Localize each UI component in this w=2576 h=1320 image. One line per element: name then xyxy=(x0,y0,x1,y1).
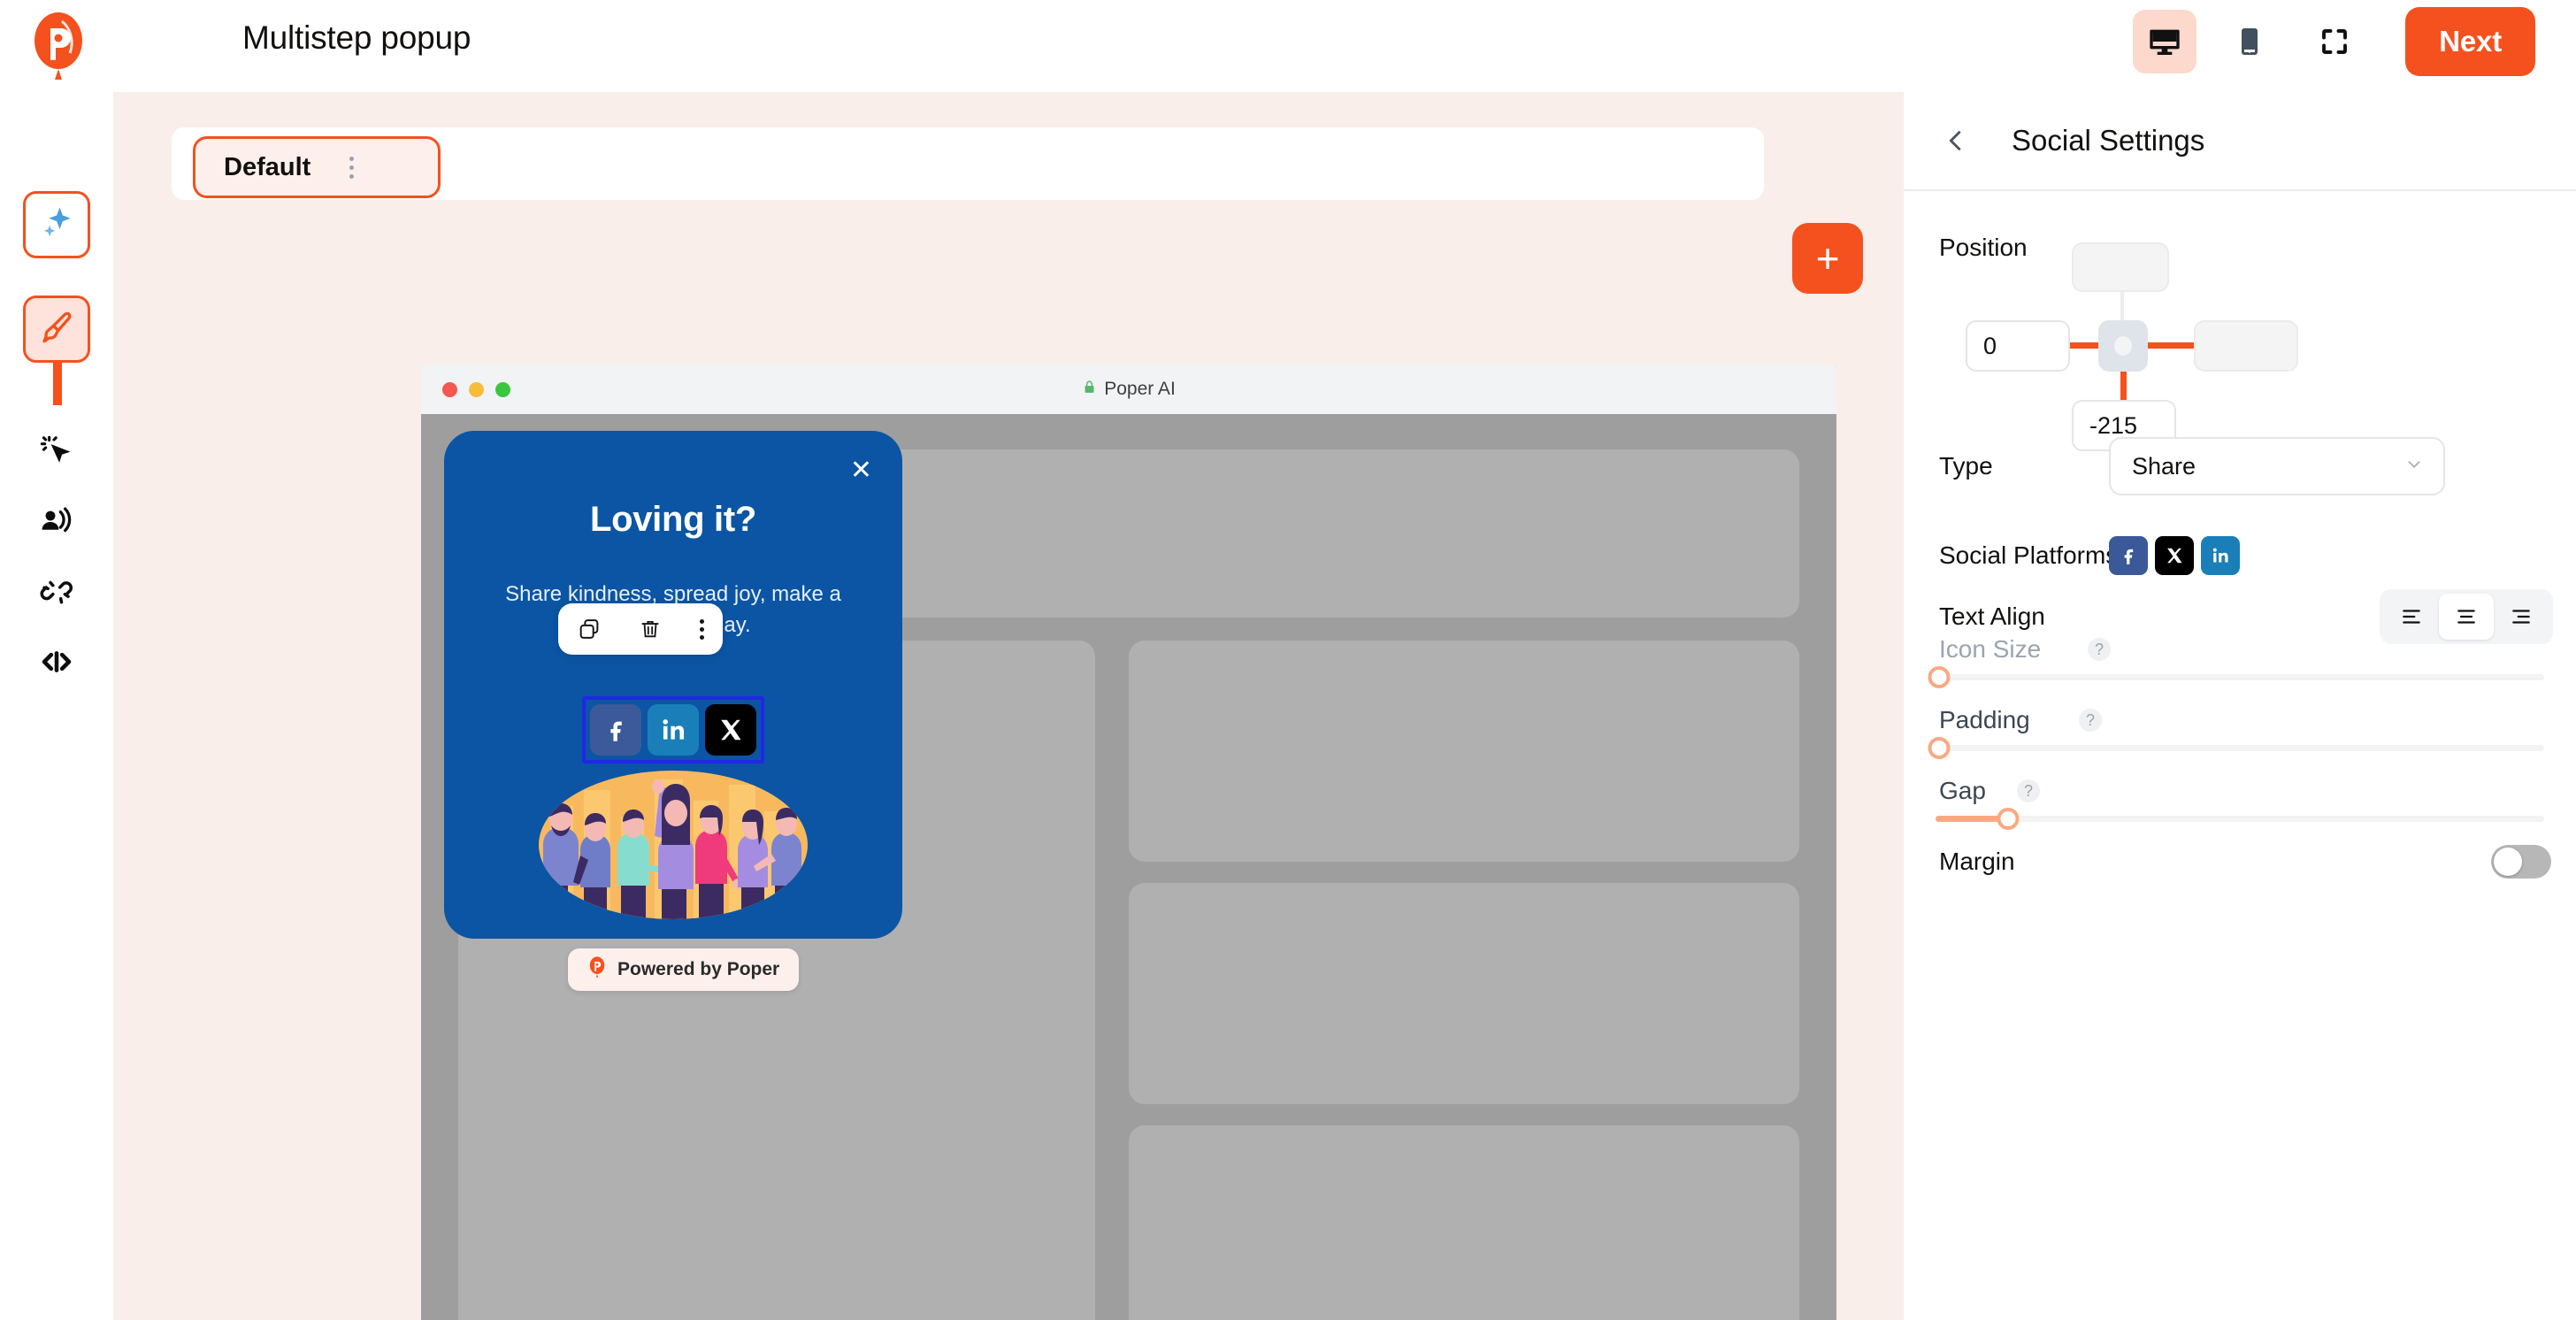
icon-size-label-row: Icon Size ? xyxy=(1904,632,2576,667)
gap-label-row: Gap ? xyxy=(1904,773,2576,809)
app-root: Multistep popup Next Default + Poper AI … xyxy=(0,0,2576,1320)
top-bar: Multistep popup Next xyxy=(0,0,2576,92)
panel-header: Social Settings xyxy=(1904,92,2576,191)
step-chip-default[interactable]: Default xyxy=(193,136,441,198)
powered-by-label: Powered by Poper xyxy=(617,959,780,979)
margin-row: Margin xyxy=(1904,842,2576,881)
three-dots-vertical-icon[interactable] xyxy=(349,156,355,179)
sidebar-item-custom-code[interactable] xyxy=(23,630,90,697)
editor-canvas: Default + Poper AI ✕ Loving it? Share ki… xyxy=(113,92,1904,1320)
chevron-down-icon xyxy=(2404,455,2424,479)
topbar-actions: Next xyxy=(2133,7,2535,76)
poper-balloon-logo xyxy=(587,955,607,984)
paintbrush-icon xyxy=(38,309,75,350)
sidebar-item-triggers[interactable] xyxy=(23,419,90,487)
skeleton-block xyxy=(1129,641,1799,862)
social-platforms-label: Social Platforms xyxy=(1939,541,2119,569)
linkedin-icon[interactable] xyxy=(648,704,699,756)
position-top-input[interactable] xyxy=(2072,242,2169,292)
step-chip-label: Default xyxy=(224,152,311,181)
position-grid: 0 -215 xyxy=(1966,242,2549,451)
type-row: Type Share xyxy=(1904,437,2576,495)
sidebar-item-audience[interactable] xyxy=(23,490,90,557)
help-icon[interactable]: ? xyxy=(2017,779,2040,802)
sidebar-item-design[interactable] xyxy=(23,295,90,363)
green-lock-icon xyxy=(1082,379,1097,401)
padding-slider[interactable] xyxy=(1928,734,2544,761)
sidebar-item-integrations[interactable] xyxy=(23,559,90,626)
block-floating-toolbar xyxy=(558,603,723,655)
margin-toggle[interactable] xyxy=(2491,845,2551,879)
facebook-icon[interactable] xyxy=(590,704,641,756)
browser-chrome: Poper AI xyxy=(421,365,1836,414)
sidebar-item-ai-assistant[interactable] xyxy=(23,191,90,258)
slider-thumb[interactable] xyxy=(1997,808,2020,830)
code-brackets-icon xyxy=(38,643,75,685)
trash-icon[interactable] xyxy=(639,618,662,641)
slider-track xyxy=(1936,745,2544,751)
broken-link-icon xyxy=(39,573,74,613)
duplicate-icon[interactable] xyxy=(577,617,602,641)
social-platforms-buttons xyxy=(2109,536,2240,575)
margin-label: Margin xyxy=(1939,848,2015,875)
type-select[interactable]: Share xyxy=(2109,437,2445,495)
position-center-handle[interactable] xyxy=(2098,320,2148,372)
padding-label-row: Padding ? xyxy=(1904,702,2576,738)
slider-track xyxy=(1936,674,2544,680)
browser-title-bar: Poper AI xyxy=(421,379,1836,401)
position-right-input[interactable] xyxy=(2194,320,2298,372)
slider-thumb[interactable] xyxy=(1928,666,1951,688)
fullscreen-view-button[interactable] xyxy=(2303,10,2366,73)
mobile-view-button[interactable] xyxy=(2218,10,2281,73)
facebook-icon[interactable] xyxy=(2109,536,2148,575)
gap-label: Gap xyxy=(1939,777,1986,804)
settings-panel: Social Settings Position 0 -215 Type Sha… xyxy=(1904,92,2576,1320)
x-twitter-icon[interactable] xyxy=(2155,536,2194,575)
group-of-people-illustration xyxy=(488,771,858,919)
audience-target-icon xyxy=(38,503,75,545)
powered-by-badge[interactable]: Powered by Poper xyxy=(568,948,800,991)
padding-label: Padding xyxy=(1939,706,2030,733)
x-twitter-icon[interactable] xyxy=(705,704,756,756)
close-x-icon[interactable]: ✕ xyxy=(850,457,872,484)
skeleton-block xyxy=(1129,1125,1799,1320)
sparkle-icon xyxy=(38,204,75,246)
type-label: Type xyxy=(1939,452,1993,480)
position-control: Position 0 -215 xyxy=(1904,191,2576,451)
left-sidebar xyxy=(0,92,113,1320)
popup-preview: ✕ Loving it? Share kindness, spread joy,… xyxy=(444,431,902,939)
chevron-left-icon[interactable] xyxy=(1943,127,1969,154)
text-align-label: Text Align xyxy=(1939,602,2045,630)
social-platforms-row: Social Platforms xyxy=(1904,534,2576,577)
skeleton-block xyxy=(1129,883,1799,1104)
popup-social-row[interactable] xyxy=(582,696,764,764)
add-step-button[interactable]: + xyxy=(1792,223,1863,294)
type-value: Share xyxy=(2132,452,2196,480)
poper-balloon-logo[interactable] xyxy=(27,11,90,81)
icon-size-slider[interactable] xyxy=(1928,664,2544,690)
desktop-view-button[interactable] xyxy=(2133,10,2197,73)
browser-title-text: Poper AI xyxy=(1104,379,1176,399)
next-button[interactable]: Next xyxy=(2405,7,2535,76)
popup-heading: Loving it? xyxy=(589,500,757,539)
three-dots-vertical-icon[interactable] xyxy=(699,618,704,640)
help-icon[interactable]: ? xyxy=(2088,638,2111,661)
page-title: Multistep popup xyxy=(242,19,472,56)
steps-strip: Default xyxy=(172,127,1764,200)
help-icon[interactable]: ? xyxy=(2079,709,2102,732)
icon-size-label: Icon Size xyxy=(1939,635,2042,663)
cursor-click-icon xyxy=(39,434,74,473)
position-left-input[interactable]: 0 xyxy=(1966,320,2070,372)
panel-title: Social Settings xyxy=(2012,124,2205,157)
gap-slider[interactable] xyxy=(1936,805,2544,832)
slider-thumb[interactable] xyxy=(1928,737,1951,759)
linkedin-icon[interactable] xyxy=(2201,536,2240,575)
slider-track xyxy=(1936,816,2544,822)
